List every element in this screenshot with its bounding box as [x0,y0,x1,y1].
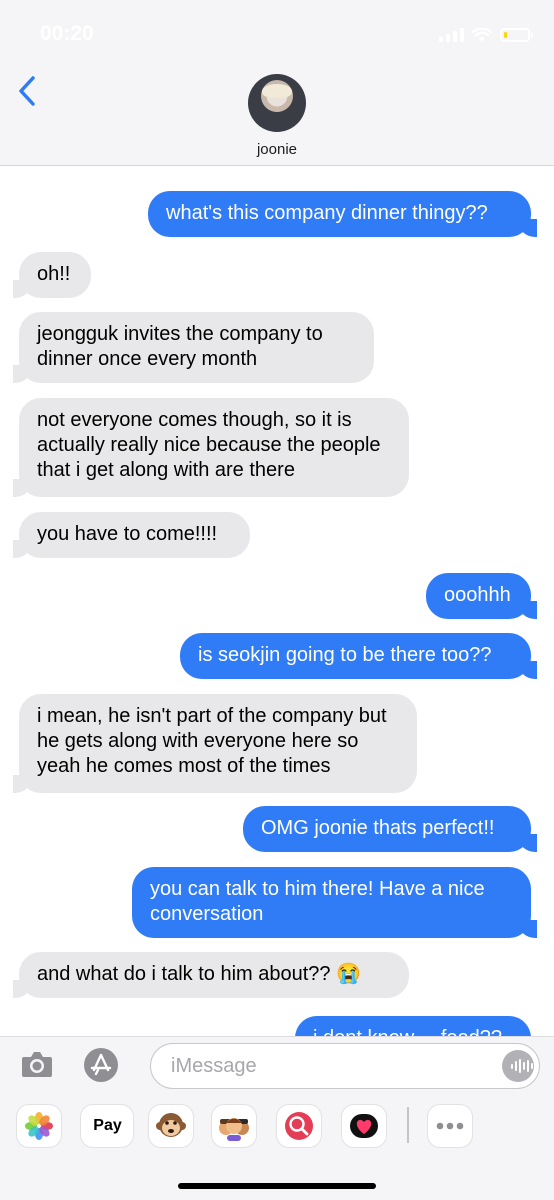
sent-message[interactable]: you can talk to him there! Have a nice c… [132,867,537,938]
imessage-input[interactable] [150,1043,540,1089]
received-message[interactable]: and what do i talk to him about?? 😭 [13,952,409,998]
globe-search-icon [285,1112,313,1140]
received-message[interactable]: you have to come!!!! [13,512,250,558]
photos-flower-icon [25,1112,53,1140]
conversation-header: 00:20 joonie [0,0,554,166]
camera-icon[interactable] [20,1049,54,1079]
app-store-glyph-icon [90,1053,112,1076]
sent-message[interactable]: ooohhh [426,573,537,619]
apple-pay-icon[interactable]: Pay [80,1104,134,1148]
home-indicator[interactable] [178,1183,376,1189]
web-search-icon[interactable] [276,1104,322,1148]
status-time: 00:20 [40,22,94,45]
sent-message[interactable]: OMG joonie thats perfect!! [243,806,537,852]
memoji-icon[interactable] [211,1104,257,1148]
heart-touch-icon [350,1114,378,1138]
app-drawer-divider [407,1107,409,1143]
cellular-signal-icon [439,28,464,42]
app-drawer: Pay [0,1104,554,1148]
wifi-icon [472,28,492,42]
memoji-faces-icon [219,1118,249,1141]
audio-message-icon[interactable] [502,1050,534,1082]
more-dots-icon [436,1122,464,1130]
monkey-icon[interactable] [148,1104,194,1148]
battery-icon [500,28,533,42]
more-icon[interactable] [427,1104,473,1148]
status-icons [439,26,533,42]
app-store-icon[interactable] [84,1048,118,1082]
back-chevron-icon[interactable] [16,74,40,108]
photos-icon[interactable] [16,1104,62,1148]
received-message[interactable]: not everyone comes though, so it is actu… [13,398,409,497]
digital-touch-icon[interactable] [341,1104,387,1148]
received-message[interactable]: jeongguk invites the company to dinner o… [13,312,374,383]
contact-avatar[interactable] [248,74,306,132]
sent-message[interactable]: is seokjin going to be there too?? [180,633,537,679]
monkey-face-icon [156,1113,186,1137]
sent-message[interactable]: what's this company dinner thingy?? [148,191,537,237]
received-message[interactable]: oh!! [13,252,91,298]
received-message[interactable]: i mean, he isn't part of the company but… [13,694,417,793]
contact-name[interactable]: joonie [0,141,554,158]
pay-label: Pay [93,1117,122,1134]
